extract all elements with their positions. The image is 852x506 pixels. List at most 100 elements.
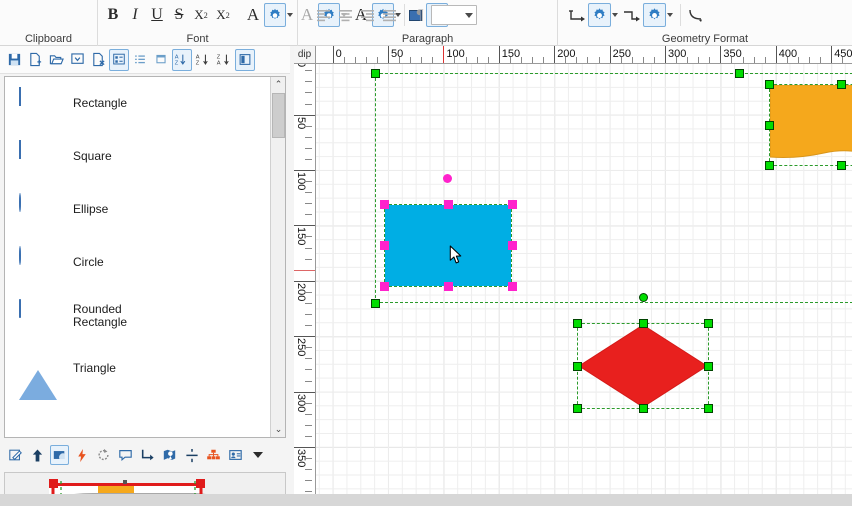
bold-icon[interactable]: B [102, 3, 124, 27]
open-folder-icon[interactable] [46, 49, 66, 71]
refresh-icon[interactable] [94, 445, 113, 465]
pilcrow-icon[interactable]: ¶ [409, 3, 431, 27]
orange-handle-top-left[interactable] [765, 80, 774, 89]
arrow-chevron-down-icon[interactable] [667, 13, 673, 17]
connector-chevron-down-icon[interactable] [612, 13, 618, 17]
ruler-label: 400 [779, 48, 797, 60]
overflow-caret-icon[interactable] [248, 445, 267, 465]
contact-card-icon[interactable] [226, 445, 245, 465]
align-justify-icon[interactable] [378, 3, 400, 27]
red-rotate-handle[interactable] [639, 293, 648, 302]
blue-handle-mid-right[interactable] [508, 241, 517, 250]
arrow-up-icon[interactable] [28, 445, 47, 465]
orange-handle-bottom-mid[interactable] [837, 161, 846, 170]
ruler-major-tick [294, 392, 316, 393]
shape-item-rounded-rectangle[interactable]: Rounded Rectangle [5, 289, 270, 342]
ruler-minor-tick [798, 57, 799, 64]
preview-pane-icon[interactable] [151, 49, 171, 71]
ruler-minor-tick [355, 57, 356, 64]
blue-handle-mid-left[interactable] [380, 241, 389, 250]
red-handle-bottom-left[interactable] [573, 404, 582, 413]
shape-item-circle[interactable]: Circle [5, 236, 270, 289]
shape-list[interactable]: Rectangle Square Ellipse Circle Rounded … [4, 76, 286, 438]
red-handle-mid-right[interactable] [704, 362, 713, 371]
library-book-icon[interactable] [235, 49, 255, 71]
connector-settings-gear-icon[interactable] [588, 3, 611, 27]
red-handle-bottom-right[interactable] [704, 404, 713, 413]
sort-descending-icon[interactable]: ZA [214, 49, 234, 71]
sort-ascending-icon[interactable]: AZ [193, 49, 213, 71]
save-icon[interactable] [4, 49, 24, 71]
shape-item-label: Triangle [73, 362, 116, 375]
lightning-icon[interactable] [72, 445, 91, 465]
connector-elbow-icon[interactable] [566, 3, 588, 27]
font-color-chevron-down-icon[interactable] [287, 13, 293, 17]
drawing-canvas[interactable] [316, 64, 852, 506]
hierarchy-icon[interactable] [204, 445, 223, 465]
subscript-icon[interactable]: X2 [190, 3, 212, 27]
ruler-minor-tick [488, 57, 489, 64]
shape-item-ellipse[interactable]: Ellipse [5, 183, 270, 236]
scroll-down-arrow-icon[interactable]: ⌄ [271, 422, 286, 437]
ruler-minor-tick [377, 57, 378, 64]
ruler-unit-label[interactable]: dip [294, 46, 316, 64]
paragraph-spacing-select[interactable] [431, 5, 477, 25]
square-thumb-icon [19, 141, 59, 173]
ruler-minor-tick [787, 57, 788, 64]
map-pin-icon[interactable] [160, 445, 179, 465]
shape-list-scrollbar[interactable]: ⌃ ⌄ [270, 77, 285, 437]
new-document-icon[interactable] [25, 49, 45, 71]
curve-connector-icon[interactable] [685, 3, 707, 27]
red-handle-mid-left[interactable] [573, 362, 582, 371]
superscript-icon[interactable]: X2 [212, 3, 234, 27]
strikethrough-icon[interactable]: S [168, 3, 190, 27]
blue-handle-bottom-left[interactable] [380, 282, 389, 291]
import-icon[interactable] [67, 49, 87, 71]
blue-rotate-handle[interactable] [443, 174, 452, 183]
grid-view-icon[interactable] [109, 49, 129, 71]
sort-az-za-icon[interactable]: AZ [172, 49, 192, 71]
edit-shape-icon[interactable] [6, 445, 25, 465]
blue-handle-bottom-mid[interactable] [444, 282, 453, 291]
shape-item-square[interactable]: Square [5, 130, 270, 183]
svg-text:Z: Z [175, 60, 179, 66]
connector-arrow-icon[interactable] [621, 3, 643, 27]
ruler-minor-tick [676, 57, 677, 64]
shape-fill-icon[interactable] [50, 445, 69, 465]
ruler-label: 50 [391, 48, 403, 60]
shape-item-triangle[interactable]: Triangle [5, 342, 270, 395]
arrow-settings-gear-icon[interactable] [643, 3, 666, 27]
shape-item-rectangle[interactable]: Rectangle [5, 77, 270, 130]
font-color-gear-icon[interactable] [264, 3, 286, 27]
orange-handle-mid-left[interactable] [765, 121, 774, 130]
italic-icon[interactable]: I [124, 3, 146, 27]
blue-handle-bottom-right[interactable] [508, 282, 517, 291]
orange-handle-bottom-left[interactable] [765, 161, 774, 170]
red-handle-bottom-mid[interactable] [639, 404, 648, 413]
group-handle-top-mid[interactable] [735, 69, 744, 78]
group-handle-top-left[interactable] [371, 69, 380, 78]
underline-icon[interactable]: U [146, 3, 168, 27]
font-color-icon[interactable]: A [242, 3, 264, 27]
red-handle-top-mid[interactable] [639, 319, 648, 328]
delete-document-icon[interactable] [88, 49, 108, 71]
orange-handle-top-mid[interactable] [837, 80, 846, 89]
comment-icon[interactable] [116, 445, 135, 465]
ruler-minor-tick [576, 57, 577, 64]
divide-icon[interactable] [182, 445, 201, 465]
blue-handle-top-mid[interactable] [444, 200, 453, 209]
align-left-icon[interactable] [312, 3, 334, 27]
scrollbar-thumb[interactable] [272, 93, 285, 138]
list-view-icon[interactable] [130, 49, 150, 71]
group-handle-bottom-left[interactable] [371, 299, 380, 308]
blue-handle-top-left[interactable] [380, 200, 389, 209]
elbow-connector-icon[interactable] [138, 445, 157, 465]
blue-handle-top-right[interactable] [508, 200, 517, 209]
align-center-icon[interactable] [334, 3, 356, 27]
red-handle-top-right[interactable] [704, 319, 713, 328]
red-handle-top-left[interactable] [573, 319, 582, 328]
vertical-ruler[interactable]: 050100150200250300350400450 [294, 64, 316, 506]
horizontal-ruler[interactable]: 050100150200250300350400450500550 [316, 46, 852, 64]
align-right-icon[interactable] [356, 3, 378, 27]
scroll-up-arrow-icon[interactable]: ⌃ [271, 77, 286, 92]
